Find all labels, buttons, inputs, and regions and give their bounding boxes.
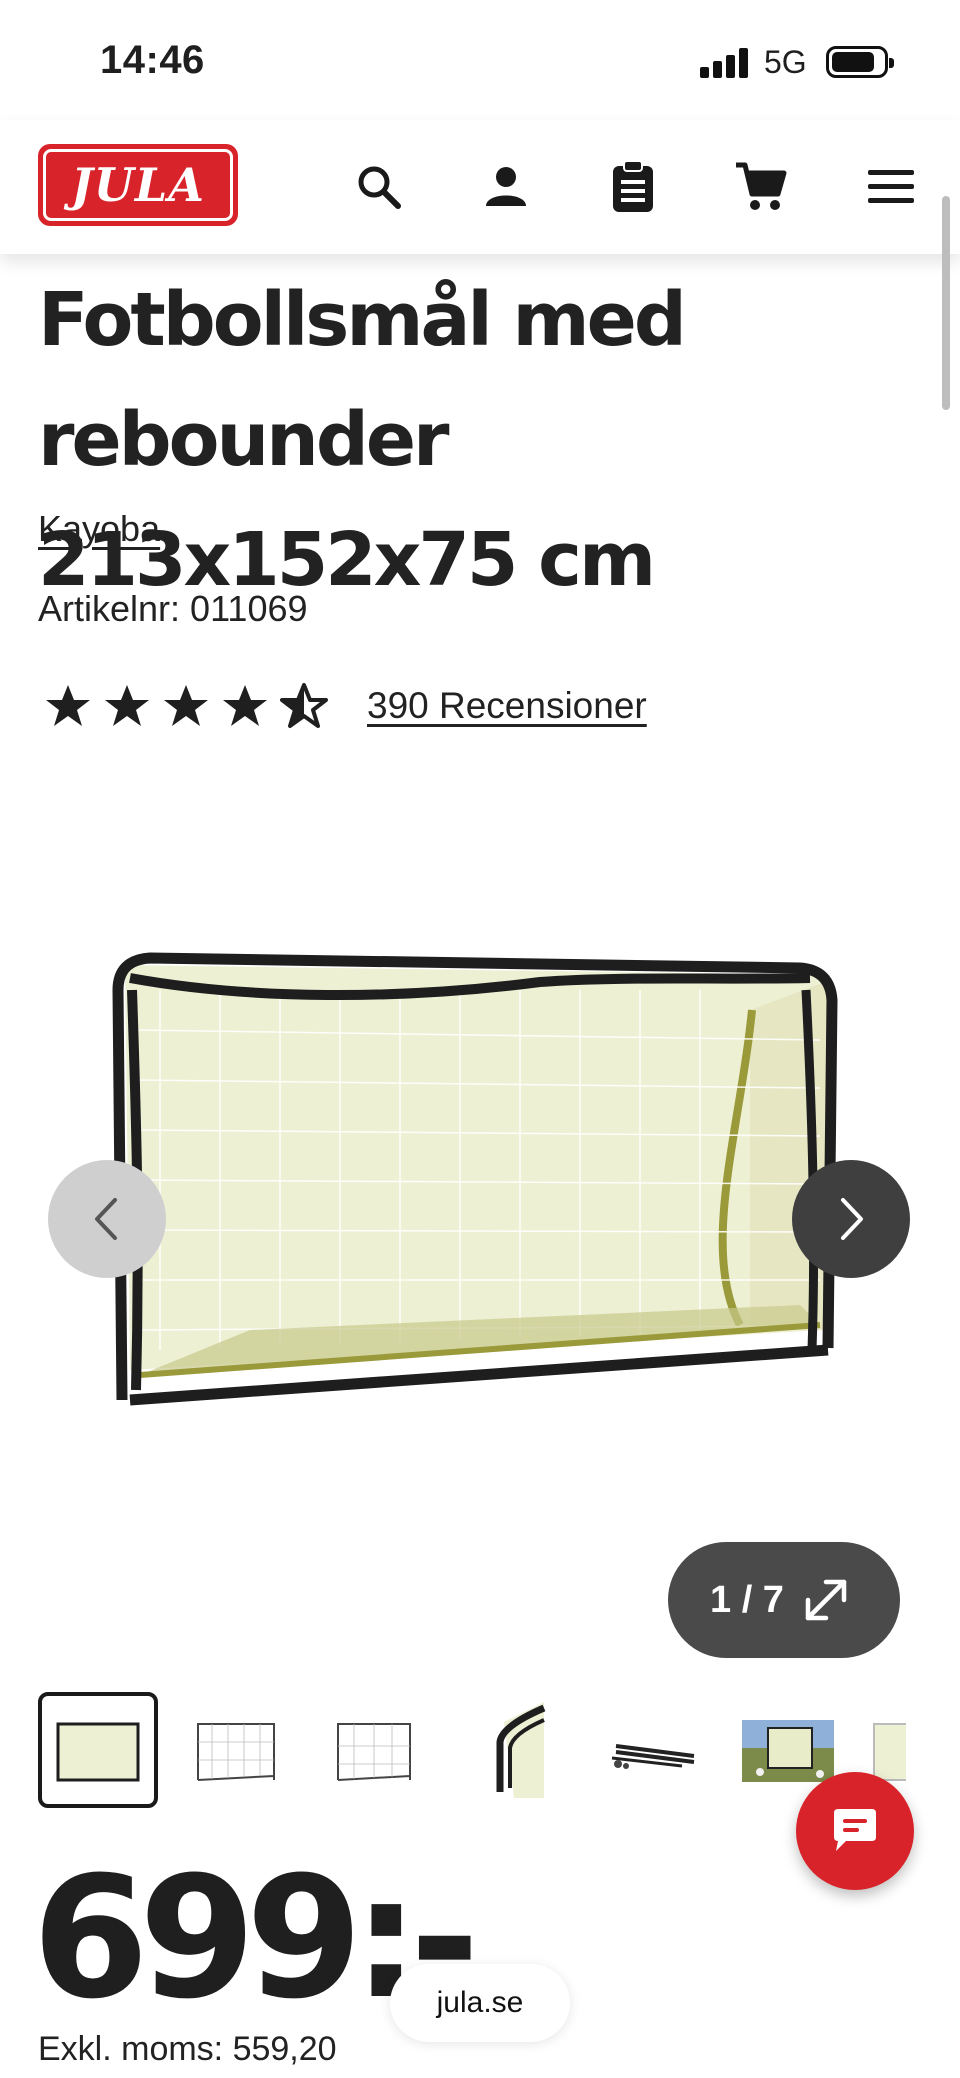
thumbnail-5[interactable] <box>590 1692 710 1808</box>
star-full-icon <box>223 685 267 726</box>
thumbnail-4[interactable] <box>452 1692 572 1808</box>
product-title-line-1: Fotbollsmål med <box>38 277 687 363</box>
thumbnail-image <box>56 1722 140 1782</box>
signal-icon <box>700 48 752 78</box>
jula-logo[interactable]: JULA <box>38 144 238 226</box>
star-full-icon <box>164 685 208 726</box>
search-icon[interactable] <box>350 158 408 216</box>
battery-icon <box>826 46 894 78</box>
chevron-right-icon <box>841 1198 863 1240</box>
star-full-icon <box>46 685 90 726</box>
product-gallery: 1 / 7 <box>0 880 960 1658</box>
product-title: Fotbollsmål med rebounder 213x152x75 cm <box>38 260 918 620</box>
article-label: Artikelnr: <box>38 588 181 629</box>
site-header: JULA <box>0 120 960 254</box>
thumbnail-2[interactable] <box>176 1692 296 1808</box>
star-full-icon <box>105 685 149 726</box>
status-bar: 14:46 5G <box>0 0 960 120</box>
thumbnail-image <box>742 1720 834 1782</box>
network-label: 5G <box>764 44 807 80</box>
image-counter: 1 / 7 <box>710 1578 784 1621</box>
previous-image-button[interactable] <box>48 1160 166 1278</box>
status-time: 14:46 <box>100 38 205 82</box>
chat-button[interactable] <box>796 1772 914 1890</box>
product-image[interactable] <box>100 930 860 1510</box>
menu-icon[interactable] <box>862 158 920 216</box>
article-number: 011069 <box>190 588 308 629</box>
star-half-icon <box>280 683 328 728</box>
account-icon[interactable] <box>477 158 535 216</box>
rating-row: 390 Recensioner <box>44 682 647 730</box>
chat-bubble-icon <box>834 1809 876 1851</box>
logo-text: JULA <box>71 158 205 212</box>
article-number-row: Artikelnr: 011069 <box>38 588 308 630</box>
image-counter-fullscreen-button[interactable]: 1 / 7 <box>668 1542 900 1658</box>
thumbnail-image <box>611 1744 695 1769</box>
thumbnail-image <box>337 1723 411 1781</box>
clipboard-icon[interactable] <box>604 158 662 216</box>
browser-url-bar[interactable]: jula.se <box>390 1964 570 2042</box>
page-scrollbar[interactable] <box>942 196 950 410</box>
cart-icon[interactable] <box>732 158 790 216</box>
thumbnail-image <box>496 1702 546 1798</box>
thumbnail-3[interactable] <box>314 1692 434 1808</box>
browser-url: jula.se <box>436 1986 524 2019</box>
price-excl-vat: Exkl. moms: 559,20 <box>38 2030 337 2068</box>
chevron-left-icon <box>95 1198 117 1240</box>
thumbnail-image <box>197 1723 275 1781</box>
next-image-button[interactable] <box>792 1160 910 1278</box>
product-title-line-2: rebounder 213x152x75 cm <box>38 397 656 603</box>
brand-link[interactable]: Kayoba <box>38 508 160 550</box>
thumbnail-1[interactable] <box>38 1692 158 1808</box>
reviews-link[interactable]: 390 Recensioner <box>367 685 647 727</box>
expand-icon <box>805 1579 847 1621</box>
